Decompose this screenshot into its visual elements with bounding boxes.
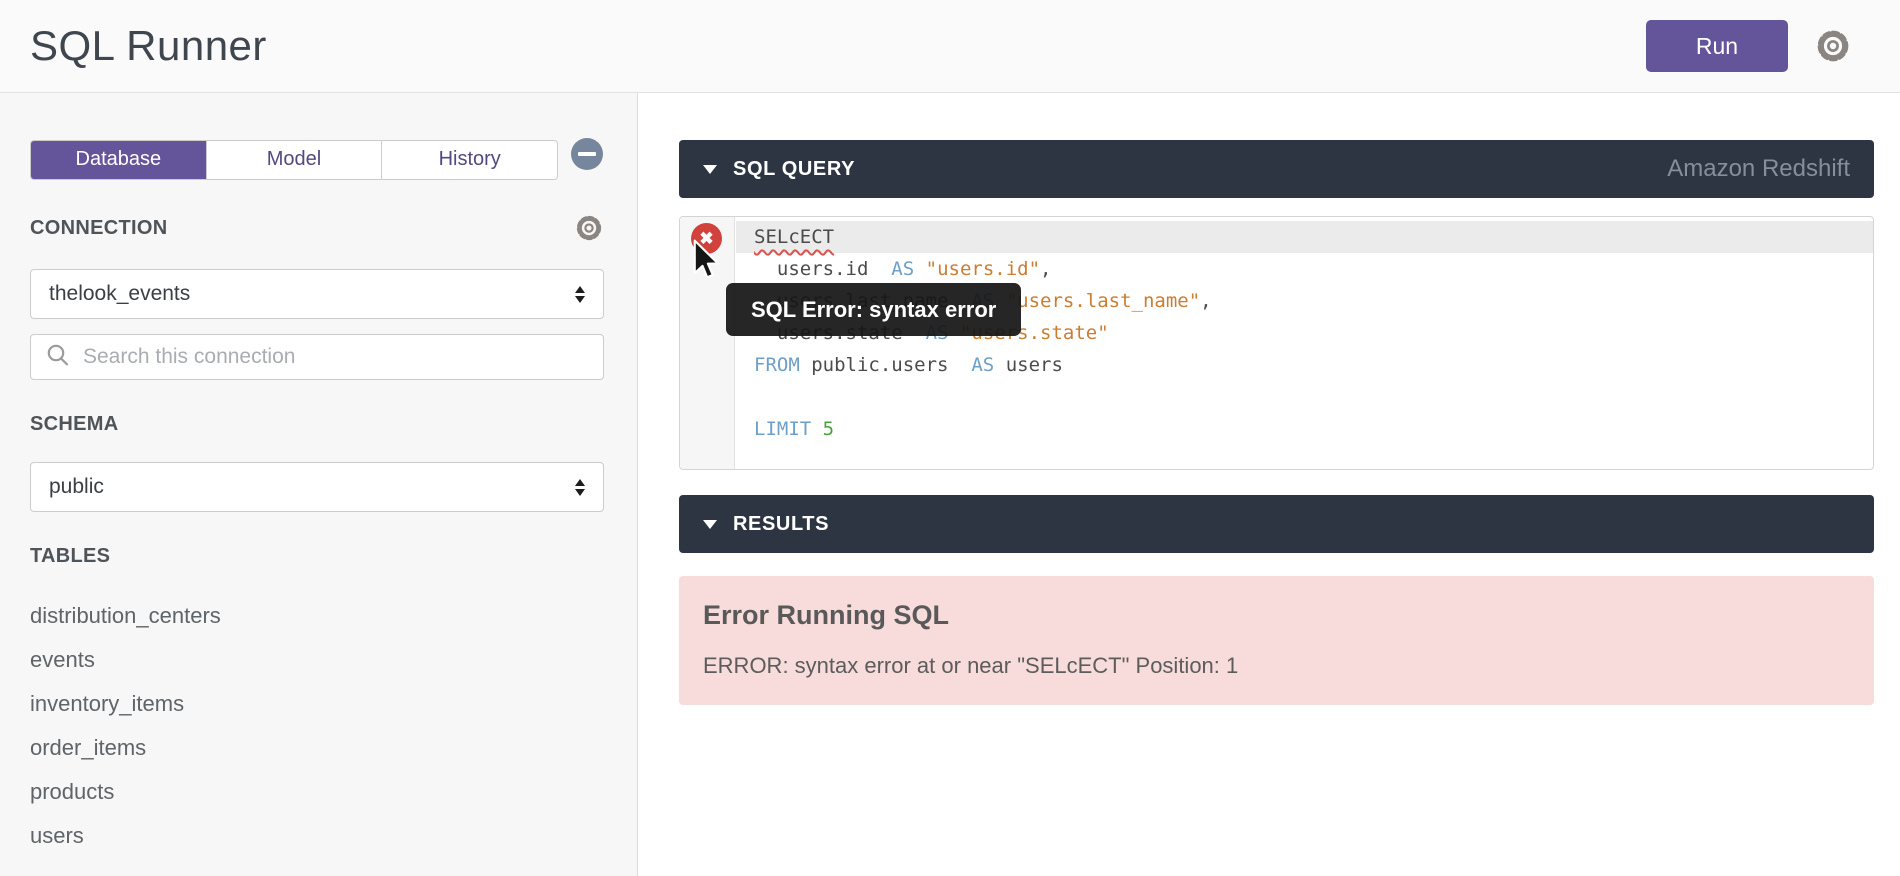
code-line[interactable]: LIMIT 5 (736, 413, 1873, 445)
code-line[interactable] (736, 381, 1873, 413)
chevron-down-icon (703, 165, 717, 174)
select-updown-icon (575, 286, 585, 303)
connection-heading: CONNECTION (30, 217, 167, 240)
results-panel-header[interactable]: RESULTS (679, 495, 1874, 553)
settings-gear-icon[interactable] (1814, 27, 1852, 65)
schema-select-value: public (49, 475, 104, 499)
connection-search[interactable] (30, 334, 604, 380)
sql-error-tooltip: SQL Error: syntax error (726, 283, 1021, 336)
sql-error-box: Error Running SQL ERROR: syntax error at… (679, 576, 1874, 705)
select-updown-icon (575, 479, 585, 496)
chevron-down-icon (703, 520, 717, 529)
schema-select[interactable]: public (30, 462, 604, 512)
code-line[interactable]: SELcECT (736, 221, 1873, 253)
sql-editor[interactable]: ✖ SELcECT users.id AS "users.id", users.… (679, 216, 1874, 470)
table-list-item[interactable]: events (30, 638, 604, 682)
sidebar: DatabaseModelHistory CONNECTION thelook_… (0, 93, 638, 876)
mouse-cursor-icon (691, 239, 721, 281)
page-title: SQL Runner (30, 22, 267, 70)
connection-gear-icon[interactable] (574, 213, 604, 243)
sidebar-tabs-row: DatabaseModelHistory (30, 140, 604, 180)
table-list-item[interactable]: products (30, 770, 604, 814)
code-line[interactable]: users.id AS "users.id", (736, 253, 1873, 285)
sidebar-tab-group: DatabaseModelHistory (30, 140, 558, 180)
table-list-item[interactable]: order_items (30, 726, 604, 770)
top-bar-actions: Run (1646, 20, 1852, 72)
error-message: ERROR: syntax error at or near "SELcECT"… (703, 653, 1850, 679)
table-list-item[interactable]: distribution_centers (30, 594, 604, 638)
run-button[interactable]: Run (1646, 20, 1788, 72)
top-bar: SQL Runner Run (0, 0, 1900, 93)
table-list-item[interactable]: inventory_items (30, 682, 604, 726)
dialect-label: Amazon Redshift (1667, 155, 1850, 183)
schema-heading: SCHEMA (30, 413, 118, 436)
sql-query-panel-title: SQL QUERY (733, 158, 855, 181)
tables-heading: TABLES (30, 545, 110, 568)
collapse-sidebar-button[interactable] (571, 138, 603, 170)
sidebar-tab-model[interactable]: Model (206, 141, 382, 179)
main-content: SQL QUERY Amazon Redshift ✖ SELcECT user… (638, 93, 1900, 876)
sidebar-tab-database[interactable]: Database (31, 141, 206, 179)
table-list: distribution_centerseventsinventory_item… (30, 594, 604, 858)
error-heading: Error Running SQL (703, 600, 1850, 631)
connection-select-value: thelook_events (49, 282, 190, 306)
connection-select[interactable]: thelook_events (30, 269, 604, 319)
code-line[interactable]: FROM public.users AS users (736, 349, 1873, 381)
sidebar-tab-history[interactable]: History (381, 141, 557, 179)
table-list-item[interactable]: users (30, 814, 604, 858)
results-panel-title: RESULTS (733, 513, 829, 536)
search-icon (45, 342, 71, 373)
sql-query-panel-header[interactable]: SQL QUERY Amazon Redshift (679, 140, 1874, 198)
search-input[interactable] (83, 345, 589, 369)
editor-gutter: ✖ (680, 217, 735, 469)
